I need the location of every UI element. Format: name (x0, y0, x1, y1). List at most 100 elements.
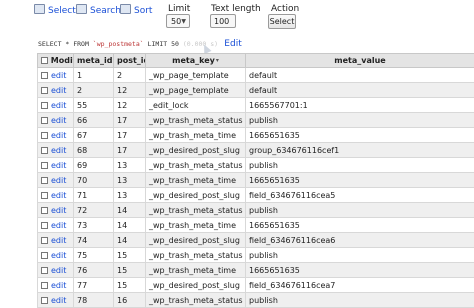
row-checkbox[interactable] (41, 117, 48, 124)
select-all-checkbox[interactable] (41, 57, 48, 64)
meta-id-cell: 73 (74, 218, 114, 233)
table-row: edit7314_wp_trash_meta_time1665651635 (38, 218, 474, 233)
row-checkbox[interactable] (41, 147, 48, 154)
table-row: edit7615_wp_trash_meta_time1665651635 (38, 263, 474, 278)
row-modify-cell: edit (38, 98, 74, 113)
edit-query-link[interactable]: Edit (224, 39, 241, 49)
row-modify-cell: edit (38, 293, 74, 308)
table-header-row: Modify meta_id post_id meta_key▾ meta_va… (38, 54, 474, 68)
table-row: edit7715_wp_desired_post_slugfield_63467… (38, 278, 474, 293)
results-table: Modify meta_id post_id meta_key▾ meta_va… (37, 53, 474, 308)
row-checkbox[interactable] (41, 222, 48, 229)
row-checkbox[interactable] (41, 282, 48, 289)
meta-id-cell: 1 (74, 68, 114, 83)
select-link[interactable]: Select (34, 3, 76, 19)
row-modify-cell: edit (38, 278, 74, 293)
action-select-button[interactable]: Select (268, 14, 296, 29)
meta-value-cell: default (246, 68, 474, 83)
table-row: edit7113_wp_desired_post_slugfield_63467… (38, 188, 474, 203)
row-edit-link[interactable]: edit (51, 116, 66, 125)
table-row: edit7013_wp_trash_meta_time1665651635 (38, 173, 474, 188)
row-edit-link[interactable]: edit (51, 161, 66, 170)
sort-link[interactable]: Sort (120, 3, 152, 19)
text-length-input[interactable]: 100 (210, 14, 236, 28)
modify-header[interactable]: Modify (38, 54, 74, 68)
meta-value-cell: default (246, 83, 474, 98)
row-checkbox[interactable] (41, 297, 48, 304)
row-edit-link[interactable]: edit (51, 251, 66, 260)
post-id-cell: 13 (114, 158, 146, 173)
row-edit-link[interactable]: edit (51, 131, 66, 140)
meta-key-cell: _wp_desired_post_slug (146, 143, 246, 158)
meta-value-cell: publish (246, 293, 474, 308)
meta-value-header[interactable]: meta_value (246, 54, 474, 68)
query-toolbar: Select Search Sort Limit 50 ▼ Text lengt… (0, 0, 474, 36)
meta-value-cell: 1665651635 (246, 218, 474, 233)
row-edit-link[interactable]: edit (51, 206, 66, 215)
row-modify-cell: edit (38, 158, 74, 173)
row-checkbox[interactable] (41, 192, 48, 199)
text-length-value: 100 (214, 17, 229, 26)
row-checkbox[interactable] (41, 162, 48, 169)
table-row: edit7414_wp_desired_post_slugfield_63467… (38, 233, 474, 248)
row-edit-link[interactable]: edit (51, 221, 66, 230)
row-edit-link[interactable]: edit (51, 266, 66, 275)
row-checkbox[interactable] (41, 72, 48, 79)
meta-key-cell: _wp_trash_meta_status (146, 113, 246, 128)
post-id-cell: 14 (114, 203, 146, 218)
row-modify-cell: edit (38, 263, 74, 278)
search-link[interactable]: Search (76, 3, 121, 19)
meta-id-cell: 78 (74, 293, 114, 308)
row-modify-cell: edit (38, 68, 74, 83)
post-id-cell: 17 (114, 128, 146, 143)
row-checkbox[interactable] (41, 237, 48, 244)
row-edit-link[interactable]: edit (51, 86, 66, 95)
row-checkbox[interactable] (41, 102, 48, 109)
meta-key-cell: _wp_desired_post_slug (146, 278, 246, 293)
meta-id-cell: 71 (74, 188, 114, 203)
sql-table: `wp_postmeta` (93, 40, 144, 48)
meta-key-cell: _wp_page_template (146, 83, 246, 98)
row-checkbox[interactable] (41, 267, 48, 274)
row-edit-link[interactable]: edit (51, 191, 66, 200)
row-edit-link[interactable]: edit (51, 281, 66, 290)
row-edit-link[interactable]: edit (51, 176, 66, 185)
post-id-cell: 15 (114, 248, 146, 263)
meta-value-cell: publish (246, 203, 474, 218)
table-body: edit12_wp_page_templatedefaultedit212_wp… (38, 68, 474, 308)
limit-select[interactable]: 50 ▼ (166, 14, 190, 28)
meta-id-cell: 69 (74, 158, 114, 173)
row-edit-link[interactable]: edit (51, 296, 66, 305)
row-modify-cell: edit (38, 83, 74, 98)
meta-id-cell: 68 (74, 143, 114, 158)
meta-value-cell: 1665651635 (246, 128, 474, 143)
meta-key-cell: _wp_trash_meta_status (146, 293, 246, 308)
meta-key-header[interactable]: meta_key▾ (146, 54, 246, 68)
limit-value: 50 (171, 17, 181, 26)
meta-value-cell: publish (246, 158, 474, 173)
meta-value-cell: field_634676116cea6 (246, 233, 474, 248)
post-id-header[interactable]: post_id (114, 54, 146, 68)
row-edit-link[interactable]: edit (51, 101, 66, 110)
row-edit-link[interactable]: edit (51, 71, 66, 80)
row-checkbox[interactable] (41, 177, 48, 184)
meta-id-header[interactable]: meta_id (74, 54, 114, 68)
meta-value-cell: 1665651635 (246, 263, 474, 278)
row-edit-link[interactable]: edit (51, 236, 66, 245)
meta-value-cell: field_634676116cea5 (246, 188, 474, 203)
row-checkbox[interactable] (41, 207, 48, 214)
meta-id-cell: 77 (74, 278, 114, 293)
meta-key-header-label: meta_key (172, 56, 215, 65)
post-id-cell: 14 (114, 218, 146, 233)
row-checkbox[interactable] (41, 252, 48, 259)
sort-label: Sort (134, 6, 152, 16)
table-row: edit7816_wp_trash_meta_statuspublish (38, 293, 474, 308)
search-icon (76, 4, 87, 14)
select-label: Select (48, 6, 76, 16)
row-checkbox[interactable] (41, 87, 48, 94)
meta-key-cell: _wp_trash_meta_status (146, 158, 246, 173)
meta-id-cell: 70 (74, 173, 114, 188)
post-id-header-label: post_id (117, 56, 146, 65)
row-edit-link[interactable]: edit (51, 146, 66, 155)
row-checkbox[interactable] (41, 132, 48, 139)
